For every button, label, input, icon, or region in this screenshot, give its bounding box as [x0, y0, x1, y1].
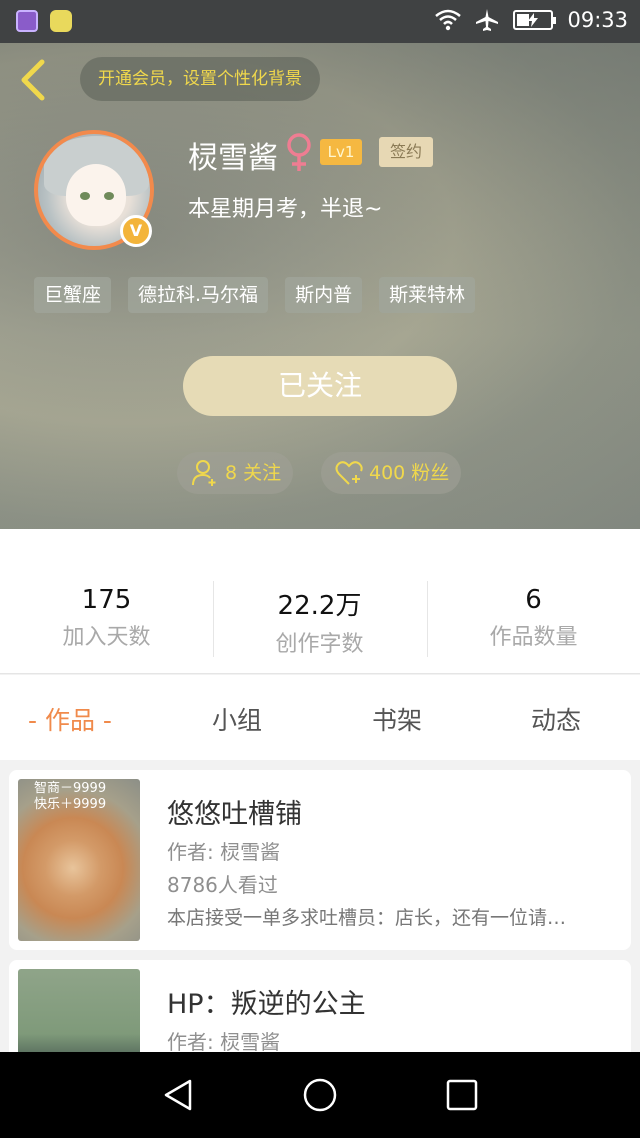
stat-label: 作品数量 [489, 625, 578, 650]
heart-plus-icon [335, 461, 363, 485]
stat-value: 175 [81, 585, 132, 615]
following-button[interactable]: 8 关注 [177, 452, 294, 494]
work-author: 作者: 棂雪酱 [167, 1030, 281, 1052]
add-user-icon [192, 460, 216, 486]
tab-activity[interactable]: 动态 [531, 701, 581, 737]
airplane-icon [476, 9, 499, 31]
work-author: 作者: 棂雪酱 [167, 840, 281, 864]
cover-caption: 智商－9999 [34, 781, 107, 796]
work-cover-image: 智商－9999 快乐＋9999 [18, 779, 140, 941]
following-label: 8 关注 [225, 462, 282, 484]
profile-tabs: - 作品 - 小组 书架 动态 [0, 675, 640, 760]
list-item[interactable]: HP：叛逆的公主 作者: 棂雪酱 [9, 960, 631, 1052]
verified-badge: V [120, 215, 152, 247]
work-cover-image [18, 969, 140, 1052]
back-arrow-icon[interactable] [18, 59, 48, 101]
username: 棂雪酱 [188, 141, 278, 176]
works-list: 智商－9999 快乐＋9999 悠悠吐槽铺 作者: 棂雪酱 8786人看过 本店… [0, 760, 640, 1052]
signed-author-badge: 签约 [379, 137, 433, 167]
profile-stats: 175 加入天数 22.2万 创作字数 6 作品数量 [0, 529, 640, 674]
stat-works-count: 6 作品数量 [427, 585, 640, 651]
back-triangle-icon[interactable] [160, 1077, 196, 1113]
tag[interactable]: 德拉科.马尔福 [128, 277, 269, 313]
stat-label: 加入天数 [62, 625, 151, 650]
stat-join-days: 175 加入天数 [0, 585, 213, 651]
female-gender-icon [287, 133, 311, 171]
tag[interactable]: 斯莱特林 [379, 277, 476, 313]
stat-label: 创作字数 [275, 632, 364, 657]
clock: 09:33 [567, 8, 628, 32]
user-motto: 本星期月考，半退~ [188, 197, 383, 222]
recents-square-icon[interactable] [444, 1077, 480, 1113]
followers-button[interactable]: 400 粉丝 [321, 452, 462, 494]
stat-value: 22.2万 [277, 591, 362, 621]
cover-caption: 快乐＋9999 [34, 797, 107, 812]
profile-header: 开通会员，设置个性化背景 V 棂雪酱 Lv1 签约 本星期月考，半退~ 巨蟹座 … [0, 43, 640, 529]
gallery-app-icon [16, 10, 38, 32]
home-circle-icon[interactable] [302, 1077, 338, 1113]
tab-works[interactable]: - 作品 - [28, 701, 112, 737]
tag[interactable]: 巨蟹座 [34, 277, 112, 313]
follow-button[interactable]: 已关注 [183, 356, 457, 416]
followers-label: 400 粉丝 [369, 462, 450, 484]
stat-word-count: 22.2万 创作字数 [213, 585, 426, 658]
user-tags: 巨蟹座 德拉科.马尔福 斯内普 斯莱特林 [34, 277, 476, 313]
wifi-icon [435, 9, 462, 31]
tag[interactable]: 斯内普 [285, 277, 363, 313]
work-views: 8786人看过 [167, 873, 278, 897]
work-title: HP：叛逆的公主 [167, 989, 366, 1020]
work-description: 本店接受一单多求吐槽员：店长，还有一位请… [167, 907, 567, 929]
system-nav-bar [0, 1052, 640, 1138]
battery-charging-icon [513, 10, 557, 30]
status-bar: 09:33 [0, 0, 640, 43]
stat-value: 6 [525, 585, 542, 615]
work-title: 悠悠吐槽铺 [167, 799, 302, 830]
tab-groups[interactable]: 小组 [212, 701, 262, 737]
list-item[interactable]: 智商－9999 快乐＋9999 悠悠吐槽铺 作者: 棂雪酱 8786人看过 本店… [9, 770, 631, 950]
level-badge: Lv1 [320, 139, 362, 165]
tab-bookshelf[interactable]: 书架 [372, 701, 422, 737]
chat-app-icon [50, 10, 72, 32]
vip-background-prompt[interactable]: 开通会员，设置个性化背景 [80, 57, 320, 101]
